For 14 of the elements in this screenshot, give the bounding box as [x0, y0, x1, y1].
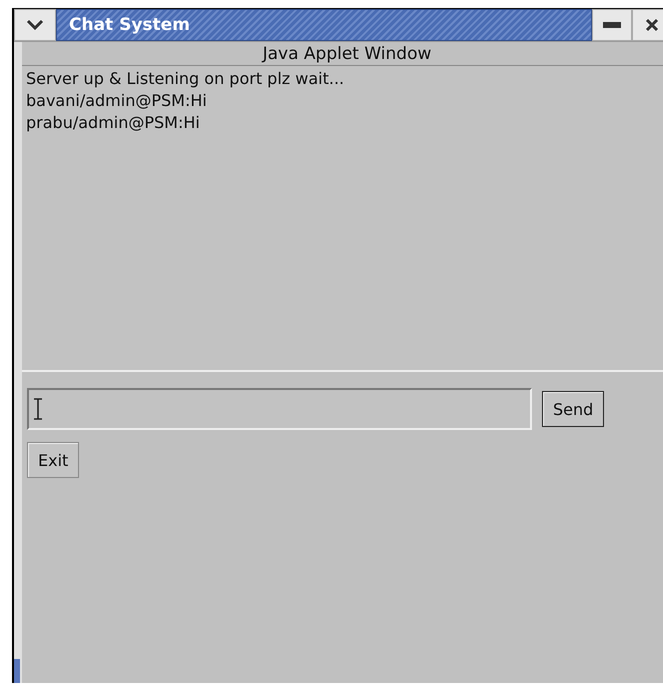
chat-message: prabu/admin@PSM:Hi	[26, 112, 201, 134]
chat-message: bavani/admin@PSM:Hi	[26, 90, 208, 112]
close-button[interactable]	[632, 9, 663, 41]
chat-message: Server up & Listening on port plz wait...	[26, 68, 346, 90]
send-button[interactable]: Send	[542, 391, 604, 427]
exit-button[interactable]: Exit	[27, 442, 80, 478]
minimize-icon	[603, 22, 621, 28]
close-icon	[645, 18, 659, 32]
window-title: Chat System	[56, 9, 592, 41]
chevron-icon	[26, 19, 44, 31]
window-menu-button[interactable]	[14, 9, 56, 41]
text-cursor-icon	[33, 398, 43, 420]
message-input-field[interactable]	[27, 388, 532, 430]
minimize-button[interactable]	[592, 9, 632, 41]
